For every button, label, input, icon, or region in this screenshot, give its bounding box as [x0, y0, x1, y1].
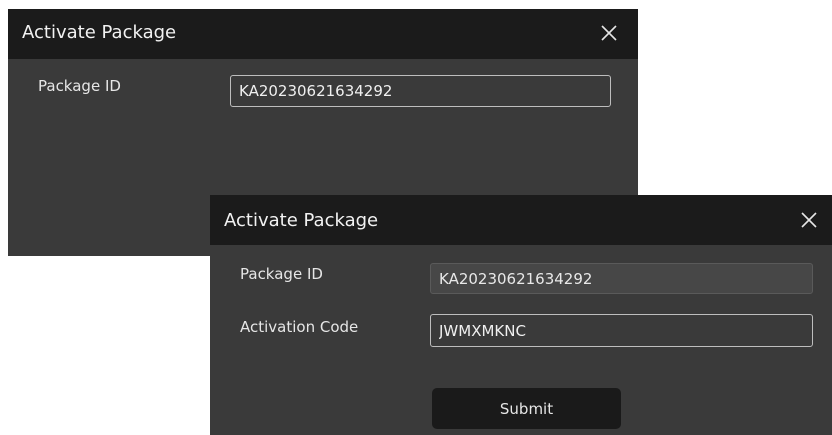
- dialog-titlebar: Activate Package: [210, 195, 832, 245]
- dialog-title: Activate Package: [224, 210, 379, 231]
- dialog-title: Activate Package: [22, 22, 177, 43]
- package-id-field[interactable]: [230, 75, 611, 107]
- package-id-field: [430, 263, 813, 294]
- activation-code-label: Activation Code: [240, 318, 359, 336]
- submit-button[interactable]: Submit: [432, 388, 621, 429]
- close-icon[interactable]: [798, 209, 820, 231]
- close-icon[interactable]: [598, 22, 620, 44]
- activate-package-dialog-front: Activate Package Package ID Activation C…: [210, 195, 832, 435]
- package-id-label: Package ID: [38, 77, 121, 95]
- activation-code-field[interactable]: [430, 314, 813, 347]
- package-id-label: Package ID: [240, 265, 323, 283]
- dialog-titlebar: Activate Package: [8, 9, 638, 59]
